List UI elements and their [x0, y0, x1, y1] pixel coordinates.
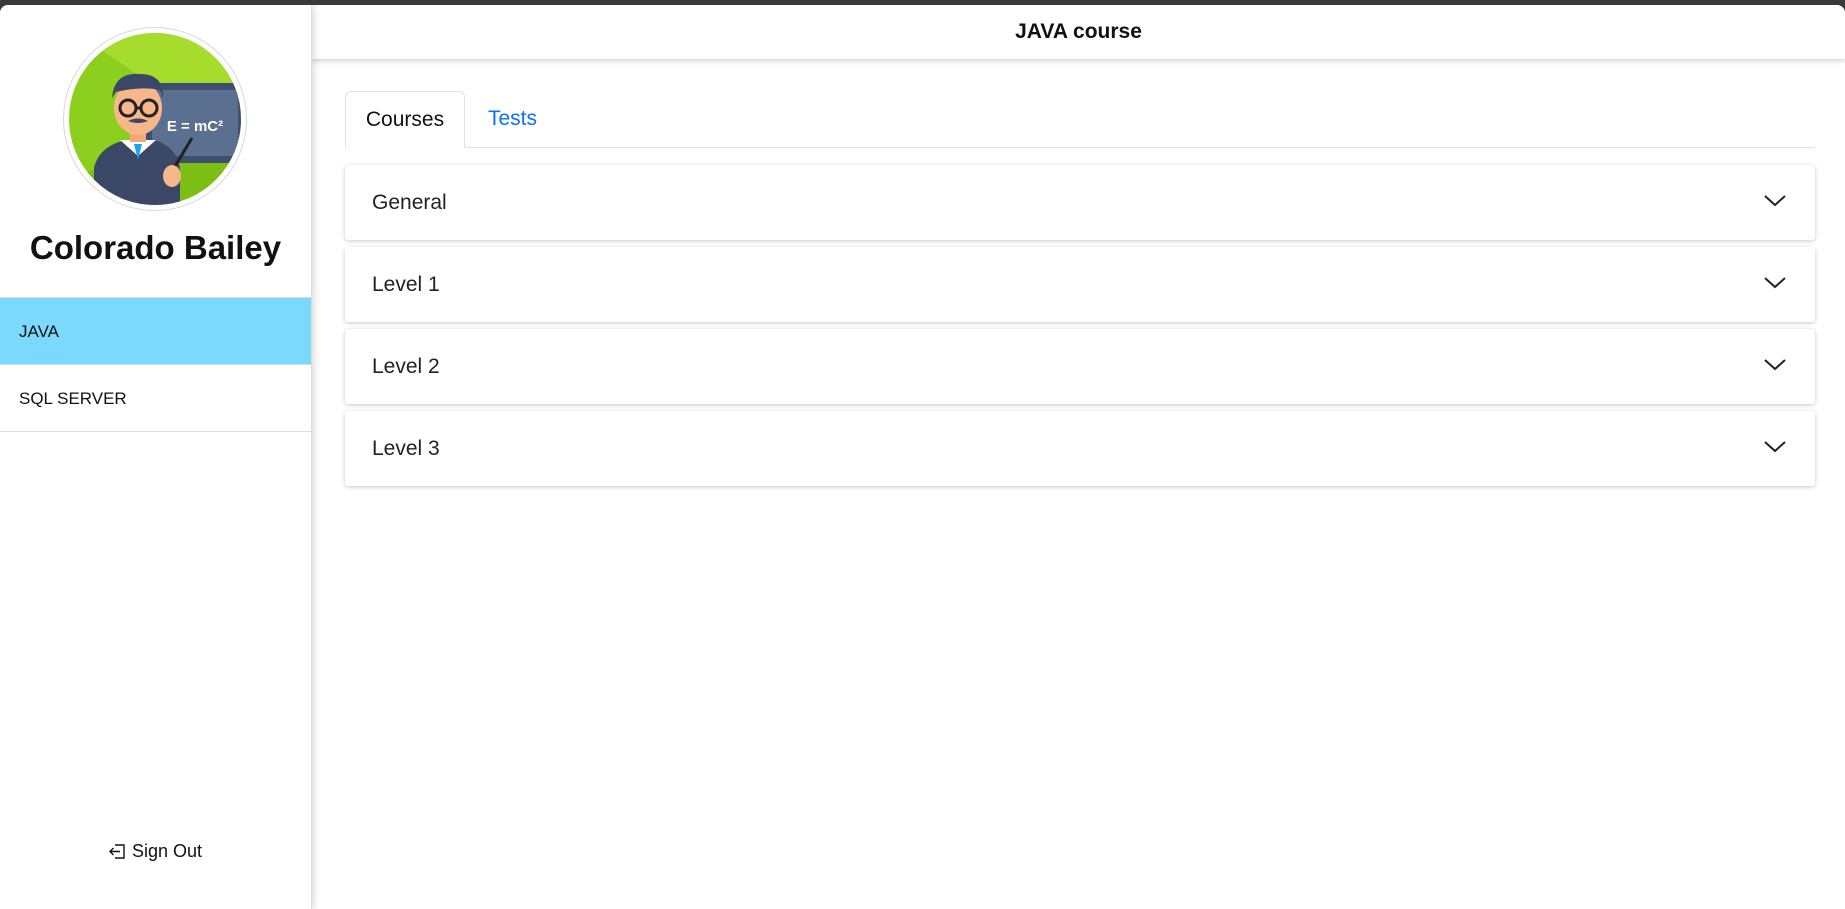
user-name: Colorado Bailey [29, 229, 282, 266]
accordion-item-level-1[interactable]: Level 1 [345, 247, 1815, 322]
chevron-down-icon [1764, 195, 1786, 207]
avatar: E = mC² [63, 27, 247, 211]
accordion-item-general[interactable]: General [345, 165, 1815, 240]
sign-out-icon [108, 844, 125, 859]
tab-tests[interactable]: Tests [488, 91, 537, 147]
tab-bar: Courses Tests [345, 91, 1815, 148]
page-header: JAVA course [312, 5, 1845, 59]
sidebar-item-java[interactable]: JAVA [0, 298, 311, 365]
tab-courses[interactable]: Courses [345, 91, 465, 148]
course-nav: JAVA SQL SERVER [0, 297, 311, 432]
chevron-down-icon [1764, 441, 1786, 453]
accordion-item-level-2[interactable]: Level 2 [345, 329, 1815, 404]
sidebar-item-sql-server[interactable]: SQL SERVER [0, 365, 311, 432]
sign-out-button[interactable]: Sign Out [0, 841, 311, 862]
avatar-formula-text: E = mC² [167, 118, 223, 135]
main-content: Courses Tests General Level 1 Level 2 Le… [345, 91, 1815, 493]
chevron-down-icon [1764, 277, 1786, 289]
course-levels-accordion: General Level 1 Level 2 Level 3 [345, 165, 1815, 486]
sidebar: E = mC² Colorado Bailey JAVA SQL SERVER … [0, 5, 312, 909]
teacher-avatar-image: E = mC² [69, 33, 241, 205]
sign-out-label: Sign Out [131, 841, 203, 861]
app-window: E = mC² Colorado Bailey JAVA SQL SERVER … [0, 5, 1845, 909]
accordion-label: Level 3 [372, 437, 440, 460]
chevron-down-icon [1764, 359, 1786, 371]
accordion-label: Level 2 [372, 355, 440, 378]
accordion-label: General [372, 191, 447, 214]
page-title: JAVA course [1015, 20, 1142, 43]
accordion-item-level-3[interactable]: Level 3 [345, 411, 1815, 486]
accordion-label: Level 1 [372, 273, 440, 296]
